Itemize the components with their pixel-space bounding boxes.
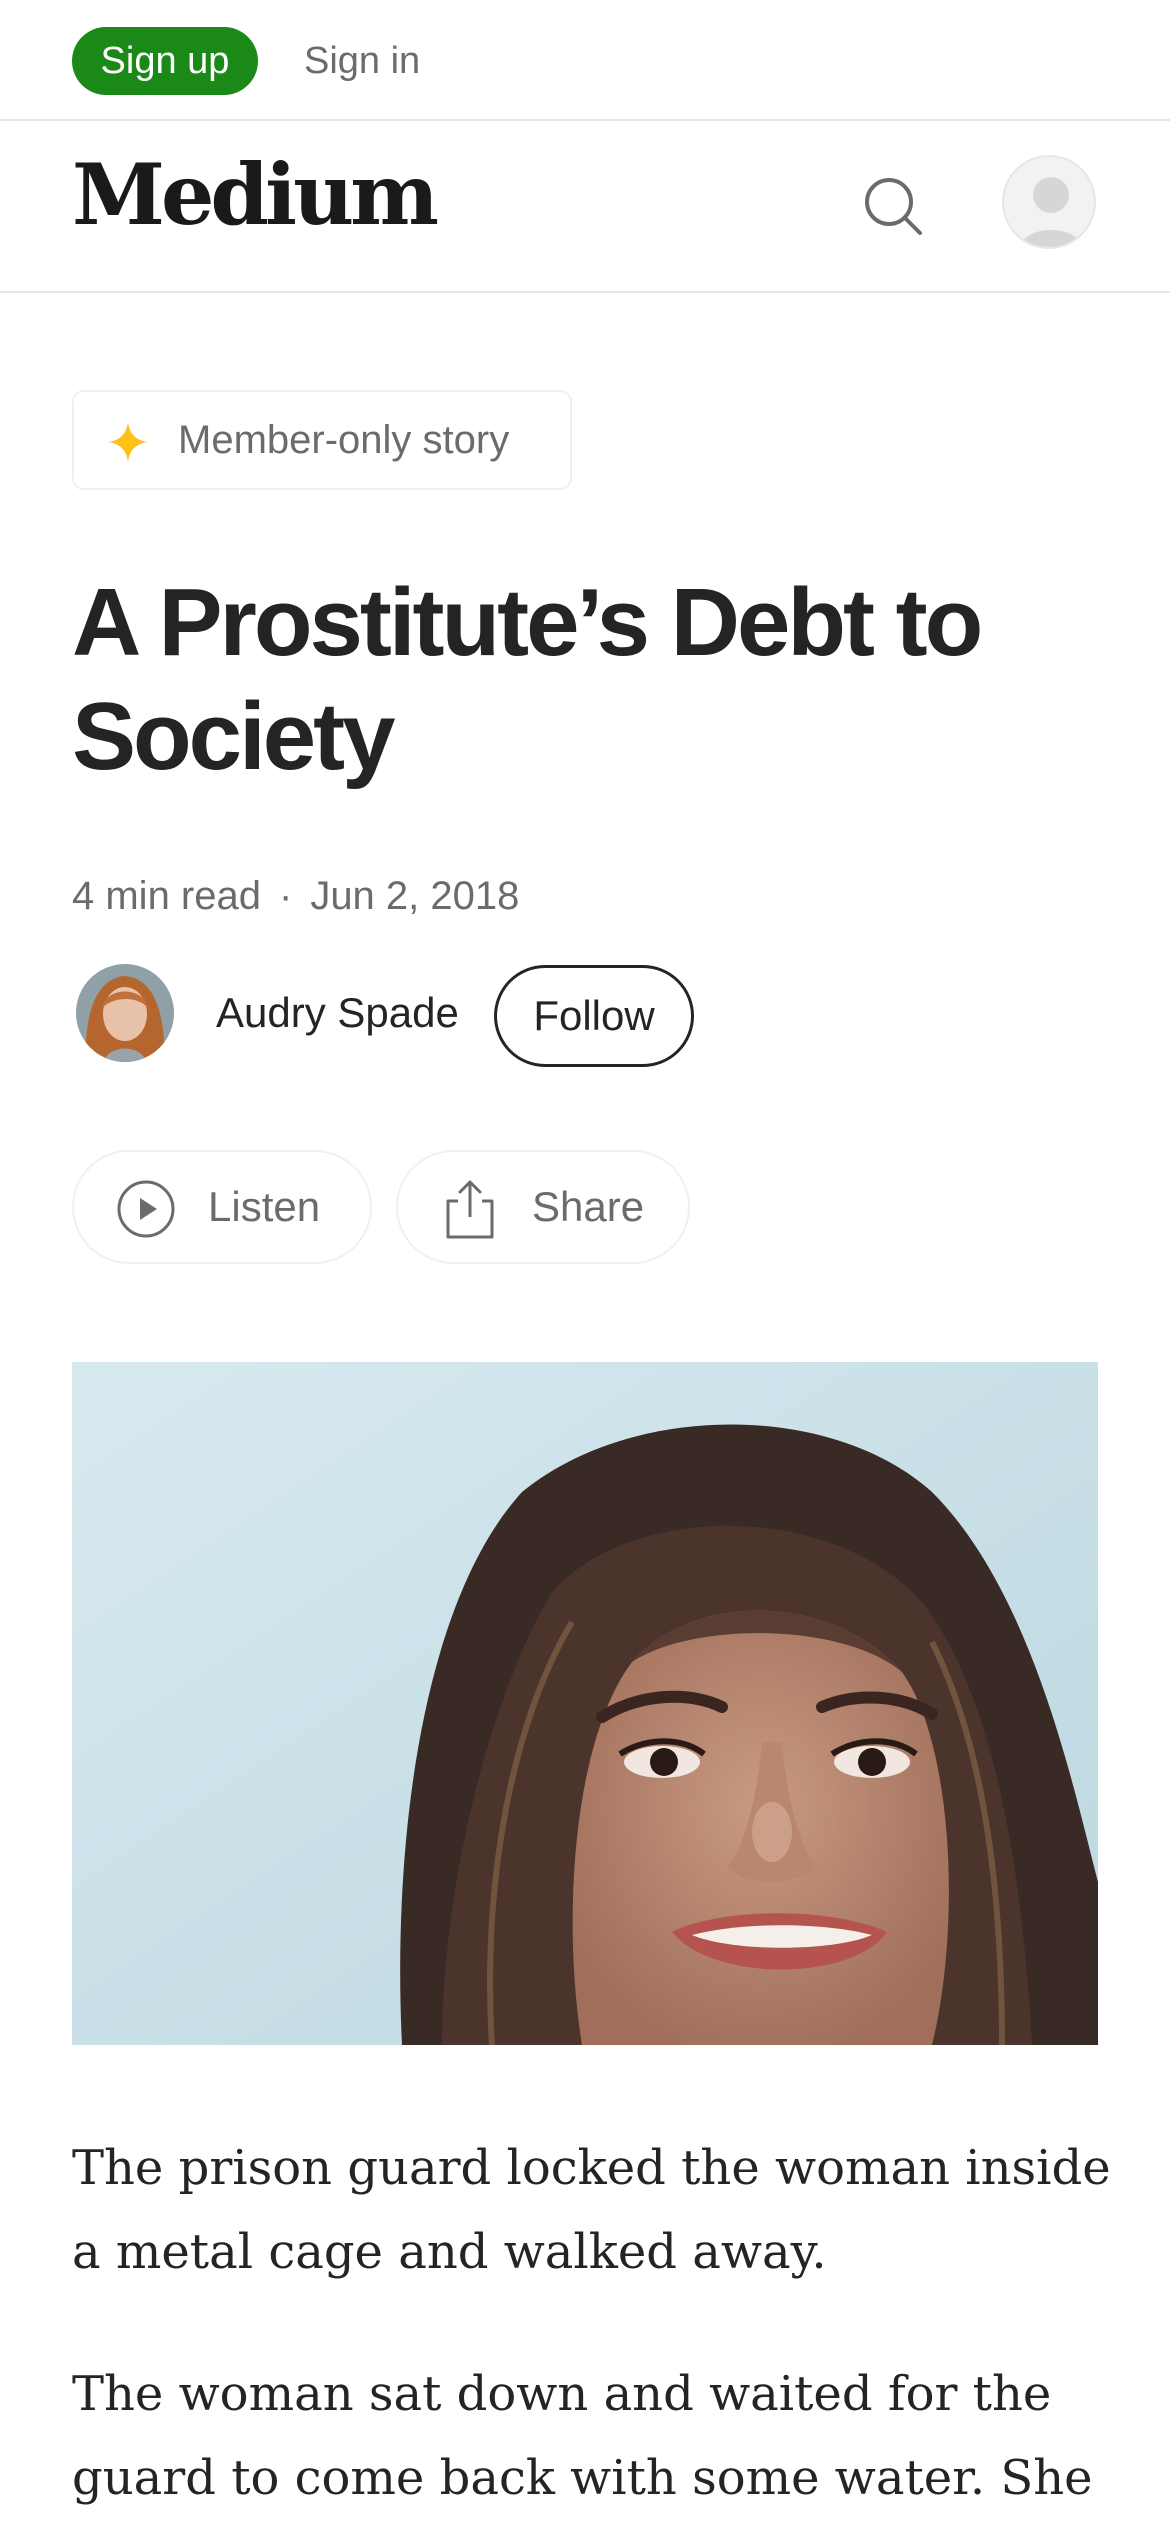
article-meta: 4 min read · Jun 2, 2018 [72,866,519,926]
hero-photo [72,1362,1098,2045]
author-photo [76,964,174,1062]
play-circle-icon [117,1180,175,1238]
share-icon [446,1180,494,1239]
share-button[interactable]: Share [396,1150,690,1264]
search-icon [865,178,922,235]
auth-bar: Sign up Sign in [0,0,1170,121]
read-time: 4 min read [72,874,261,918]
user-menu-button[interactable] [1002,155,1096,249]
listen-button[interactable]: Listen [72,1150,372,1264]
publish-date: Jun 2, 2018 [310,874,520,918]
member-only-label: Member-only story [178,418,510,462]
user-avatar-icon [1004,157,1094,247]
follow-button[interactable]: Follow [494,965,694,1067]
sparkle-star-icon [108,422,148,462]
signup-button[interactable]: Sign up [72,27,258,95]
article-paragraph: The prison guard locked the woman inside… [72,2140,1111,2280]
article-paragraph: The woman sat down and waited for the gu… [72,2366,1093,2506]
article-title: A Prostitute’s Debt to Society [72,569,983,790]
article-hero-image [72,1362,1098,2045]
signin-link[interactable]: Sign in [304,27,420,95]
author-name[interactable]: Audry Spade [216,985,459,1041]
search-button[interactable] [860,173,928,241]
meta-separator: · [278,874,293,918]
member-only-badge: Member-only story [72,390,572,490]
author-avatar[interactable] [76,964,174,1062]
medium-logo[interactable]: Medium [72,153,439,237]
site-header: Medium [0,121,1170,293]
listen-label: Listen [208,1183,321,1230]
share-label: Share [532,1183,645,1230]
